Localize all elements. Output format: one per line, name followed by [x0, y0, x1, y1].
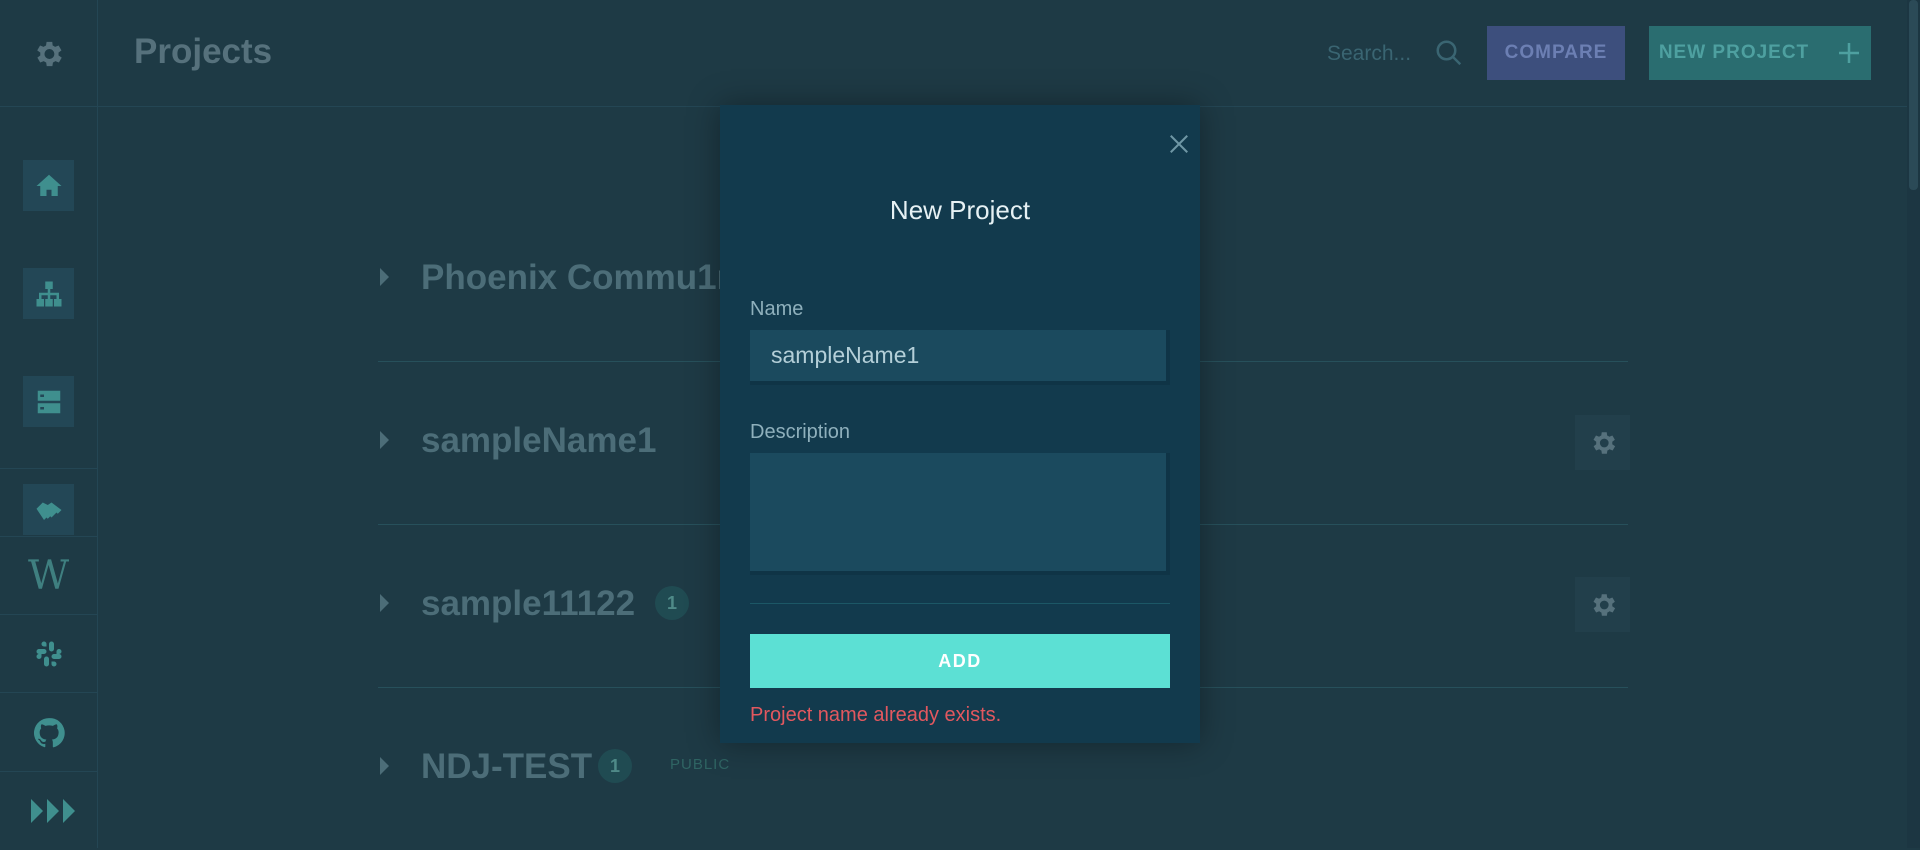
wikipedia-icon: W [27, 552, 70, 599]
sidebar-divider [0, 692, 97, 693]
sidebar-expand[interactable] [28, 785, 82, 836]
search-icon[interactable] [1434, 38, 1464, 73]
public-tag: PUBLIC [670, 756, 731, 773]
add-button-label: ADD [938, 650, 982, 671]
description-label: Description [750, 421, 851, 443]
gear-icon [1593, 431, 1615, 454]
new-project-button-label: NEW PROJECT [1658, 42, 1810, 63]
project-name[interactable]: sample11122 [421, 584, 635, 624]
search-input[interactable]: Search... [1327, 42, 1411, 66]
home-icon [36, 174, 61, 196]
modal-divider [750, 603, 1170, 604]
gear-icon[interactable] [31, 37, 65, 71]
fast-forward-icon [31, 798, 75, 823]
sitemap-icon [36, 281, 61, 306]
description-field[interactable] [750, 453, 1170, 575]
compare-button[interactable]: COMPARE [1487, 26, 1625, 80]
github-icon [33, 717, 65, 747]
project-settings-button[interactable] [1575, 577, 1630, 632]
expand-arrow-icon[interactable] [380, 268, 389, 286]
slack-icon [36, 641, 61, 666]
add-button[interactable]: ADD [750, 634, 1170, 688]
sidebar-divider [0, 106, 97, 107]
name-label: Name [750, 298, 804, 320]
top-header: Projects Search... COMPARE NEW PROJECT [98, 0, 1920, 107]
sidebar-divider [0, 536, 97, 537]
expand-arrow-icon[interactable] [380, 757, 389, 775]
compare-button-label: COMPARE [1504, 42, 1608, 63]
sidebar-item-wiki[interactable]: W [23, 550, 74, 601]
sidebar-item-slack[interactable] [23, 628, 74, 679]
error-message: Project name already exists. [750, 704, 1002, 726]
sidebar-item-handshake[interactable] [23, 484, 74, 535]
sidebar-divider [0, 468, 97, 469]
sidebar-divider [0, 614, 97, 615]
expand-arrow-icon[interactable] [380, 594, 389, 612]
gear-icon [1593, 593, 1615, 616]
sidebar-item-github[interactable] [23, 707, 74, 758]
project-settings-button[interactable] [1575, 415, 1630, 470]
count-badge: 1 [598, 749, 632, 783]
new-project-button[interactable]: NEW PROJECT [1649, 26, 1871, 80]
sidebar-item-servers[interactable] [23, 376, 74, 427]
close-icon[interactable] [1161, 126, 1197, 162]
handshake-icon [36, 502, 61, 520]
sidebar-item-home[interactable] [23, 160, 74, 211]
name-field[interactable] [750, 330, 1170, 385]
plus-icon [1839, 43, 1860, 63]
page-title: Projects [134, 32, 273, 71]
scrollbar[interactable] [1907, 0, 1920, 848]
project-name[interactable]: Phoenix Commu1r [421, 258, 730, 298]
expand-arrow-icon[interactable] [380, 431, 389, 449]
modal-title: New Project [889, 195, 1031, 225]
sidebar-divider [0, 771, 97, 772]
project-name[interactable]: NDJ-TEST [421, 747, 592, 787]
sidebar-item-hierarchy[interactable] [23, 268, 74, 319]
project-name[interactable]: sampleName1 [421, 421, 656, 461]
new-project-modal: New Project Name Description ADD Project… [720, 105, 1200, 743]
sidebar: W [0, 0, 98, 848]
scrollbar-thumb[interactable] [1909, 0, 1918, 190]
server-icon [37, 390, 60, 413]
count-badge: 1 [655, 586, 689, 620]
